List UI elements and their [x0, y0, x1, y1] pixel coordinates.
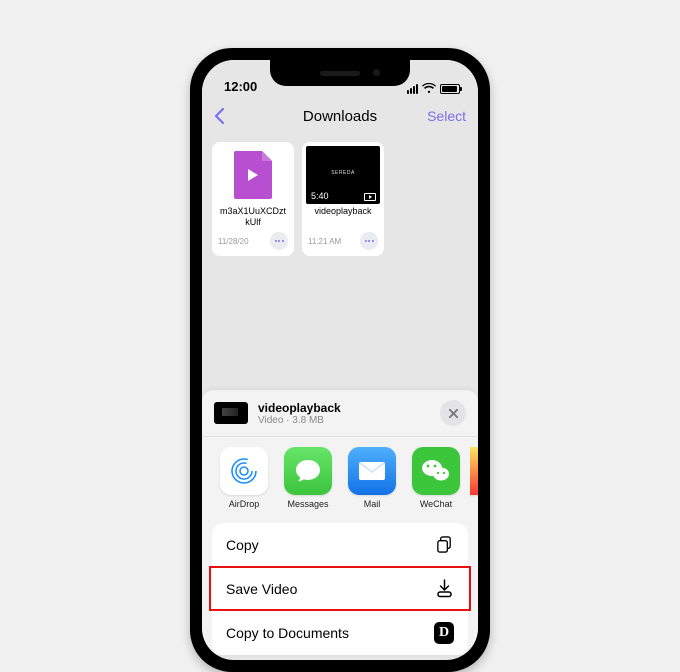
- back-button[interactable]: [214, 107, 238, 125]
- action-label: Copy: [226, 537, 259, 553]
- document-icon: [234, 151, 272, 199]
- app-label: AirDrop: [229, 499, 260, 509]
- action-label: Copy to Documents: [226, 625, 349, 641]
- share-app-more[interactable]: [470, 447, 478, 509]
- close-button[interactable]: [440, 400, 466, 426]
- more-button[interactable]: [360, 232, 378, 250]
- action-label: Save Video: [226, 581, 297, 597]
- wifi-icon: [422, 83, 436, 94]
- action-save-video[interactable]: Save Video: [212, 567, 468, 611]
- sheet-thumbnail: [214, 402, 248, 424]
- download-icon: [434, 579, 454, 599]
- action-copy[interactable]: Copy: [212, 523, 468, 567]
- video-duration: 5:40: [311, 191, 329, 201]
- actions-list: Copy Save Video Copy to Documents D: [212, 523, 468, 655]
- wechat-icon: [412, 447, 460, 495]
- share-app-mail[interactable]: Mail: [342, 447, 402, 509]
- mail-icon: [348, 447, 396, 495]
- phone-frame: 12:00 Downloads Select m3aX1UuXCDztkUlf: [190, 48, 490, 672]
- video-thumbnail: SEREDA 5:40: [306, 146, 380, 204]
- share-app-messages[interactable]: Messages: [278, 447, 338, 509]
- copy-icon: [434, 535, 454, 555]
- partial-app-icon: [470, 447, 478, 495]
- file-date: 11:21 AM: [308, 237, 341, 246]
- messages-icon: [284, 447, 332, 495]
- share-sheet: videoplayback Video · 3.8 MB AirDrop: [202, 390, 478, 655]
- phone-screen: 12:00 Downloads Select m3aX1UuXCDztkUlf: [202, 60, 478, 660]
- more-button[interactable]: [270, 232, 288, 250]
- share-apps-row: AirDrop Messages Mail: [202, 437, 478, 517]
- file-name: videoplayback: [306, 206, 380, 228]
- documents-app-icon: D: [434, 623, 454, 643]
- video-badge-icon: [364, 193, 376, 201]
- signal-icon: [407, 84, 418, 94]
- file-date: 11/28/20: [218, 237, 249, 246]
- app-label: Messages: [287, 499, 328, 509]
- nav-bar: Downloads Select: [202, 96, 478, 136]
- share-app-airdrop[interactable]: AirDrop: [214, 447, 274, 509]
- share-app-wechat[interactable]: WeChat: [406, 447, 466, 509]
- notch: [270, 60, 410, 86]
- airdrop-icon: [220, 447, 268, 495]
- sheet-header: videoplayback Video · 3.8 MB: [202, 390, 478, 437]
- select-button[interactable]: Select: [427, 108, 466, 124]
- file-name: m3aX1UuXCDztkUlf: [216, 206, 290, 228]
- sheet-file-meta: Video · 3.8 MB: [258, 415, 440, 426]
- file-item[interactable]: SEREDA 5:40 videoplayback 11:21 AM: [302, 142, 384, 256]
- battery-icon: [440, 84, 460, 94]
- files-grid: m3aX1UuXCDztkUlf 11/28/20 SEREDA 5:40 vi…: [202, 136, 478, 262]
- app-label: WeChat: [420, 499, 452, 509]
- action-copy-to-documents[interactable]: Copy to Documents D: [212, 611, 468, 655]
- file-item[interactable]: m3aX1UuXCDztkUlf 11/28/20: [212, 142, 294, 256]
- app-label: Mail: [364, 499, 381, 509]
- status-time: 12:00: [224, 79, 257, 94]
- sheet-file-name: videoplayback: [258, 401, 440, 415]
